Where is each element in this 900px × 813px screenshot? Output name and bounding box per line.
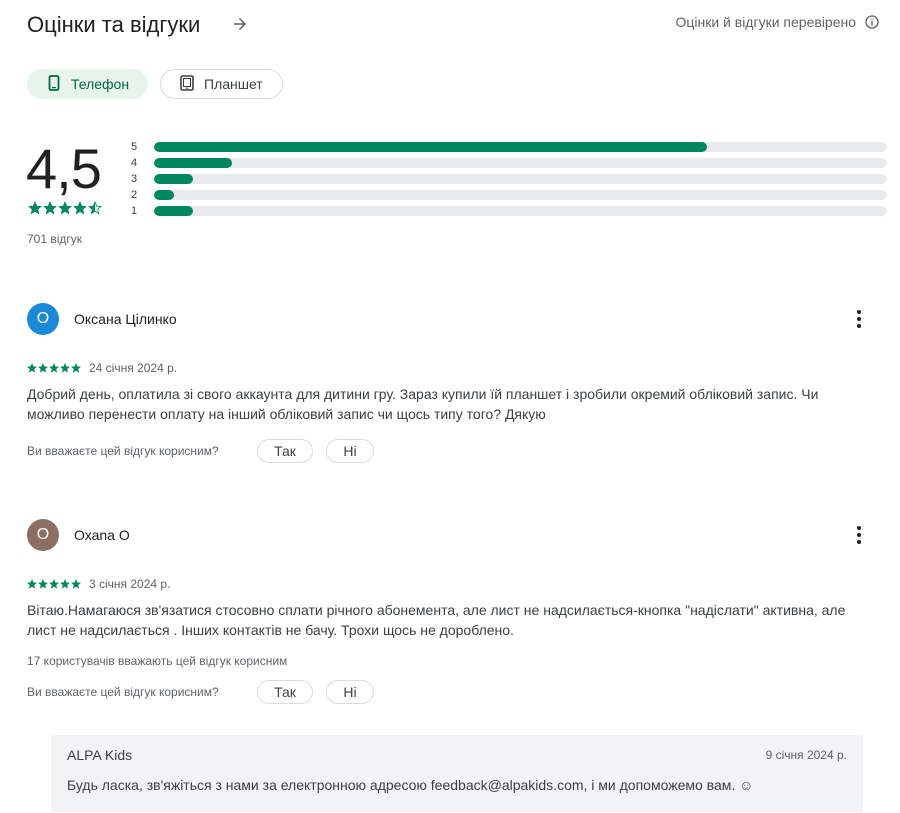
- histogram-row: 3: [131, 171, 887, 187]
- histogram-row: 4: [131, 155, 887, 171]
- star-icon: [43, 201, 57, 215]
- avatar: О: [27, 519, 59, 551]
- review-header: О Оксана Цілинко: [27, 302, 877, 336]
- histogram-row: 5: [131, 139, 887, 155]
- rating-histogram: 5 4 3 2 1: [131, 139, 887, 219]
- helpful-no-button[interactable]: Ні: [326, 439, 374, 463]
- helpful-question: Ви вважаєте цей відгук корисним?: [27, 685, 219, 699]
- histogram-track: [154, 158, 887, 168]
- developer-name: ALPA Kids: [67, 747, 133, 763]
- star-icon: [27, 579, 37, 589]
- helpful-no-button[interactable]: Ні: [326, 680, 374, 704]
- arrow-right-icon[interactable]: [229, 12, 251, 36]
- star-icon: [88, 201, 102, 215]
- star-icon: [27, 363, 37, 373]
- star-icon: [58, 201, 72, 215]
- review-meta: 3 січня 2024 р.: [27, 577, 877, 591]
- tablet-icon: [180, 74, 194, 94]
- star-icon: [73, 201, 87, 215]
- histogram-track: [154, 142, 887, 152]
- helpful-yes-button[interactable]: Так: [257, 680, 313, 704]
- histogram-row: 1: [131, 203, 887, 219]
- page-title: Оцінки та відгуки: [27, 12, 201, 37]
- review-date: 24 січня 2024 р.: [89, 361, 178, 375]
- chip-tablet-label: Планшет: [204, 76, 263, 92]
- star-icon: [38, 363, 48, 373]
- histogram-track: [154, 174, 887, 184]
- star-icon: [60, 579, 70, 589]
- review-stars: [27, 579, 81, 589]
- histogram-label: 3: [131, 173, 138, 185]
- verified-text: Оцінки й відгуки перевірено: [675, 14, 856, 30]
- developer-reply-text: Будь ласка, зв'яжіться з нами за електро…: [67, 777, 754, 793]
- histogram-fill: [154, 158, 233, 168]
- helpful-row: Ви вважаєте цей відгук корисним? Так Ні: [27, 680, 877, 704]
- histogram-track: [154, 190, 887, 200]
- info-icon[interactable]: [864, 14, 880, 30]
- more-vert-icon[interactable]: [849, 309, 869, 329]
- helpful-count: 17 користувачів вважають цей відгук кори…: [27, 654, 288, 668]
- phone-icon: [47, 74, 61, 94]
- histogram-fill: [154, 174, 193, 184]
- histogram-label: 5: [131, 141, 138, 153]
- histogram-row: 2: [131, 187, 887, 203]
- summary-stars: [28, 201, 102, 215]
- review-header: О Охаnа О: [27, 518, 877, 552]
- histogram-fill: [154, 206, 193, 216]
- average-rating: 4,5: [26, 137, 102, 200]
- helpful-yes-button[interactable]: Так: [257, 439, 313, 463]
- review-text: Вітаю.Намагаюся зв'язатися стосовно спла…: [27, 602, 846, 638]
- review-text: Добрий день, оплатила зі свого аккаунта …: [27, 386, 819, 422]
- helpful-row: Ви вважаєте цей відгук корисним? Так Ні: [27, 439, 877, 463]
- developer-reply-date: 9 січня 2024 р.: [765, 748, 847, 762]
- review-stars: [27, 363, 81, 373]
- helpful-question: Ви вважаєте цей відгук корисним?: [27, 444, 219, 458]
- review-meta: 24 січня 2024 р.: [27, 361, 877, 375]
- star-icon: [28, 201, 42, 215]
- avatar: О: [27, 303, 59, 335]
- histogram-label: 1: [131, 205, 138, 217]
- chip-phone-label: Телефон: [71, 76, 130, 92]
- review-author: Оксана Цілинко: [74, 311, 177, 327]
- star-icon: [71, 579, 81, 589]
- review-card: О Охаnа О 3 січня 2024 р. Вітаю.Намагаюс…: [27, 518, 877, 704]
- review-author: Охаnа О: [74, 527, 130, 543]
- total-reviews: 701 відгук: [27, 232, 83, 246]
- star-icon: [38, 579, 48, 589]
- verified-notice: Оцінки й відгуки перевірено: [675, 14, 880, 30]
- review-card: О Оксана Цілинко 24 січня 2024 р. Добрий…: [27, 302, 877, 463]
- star-icon: [49, 363, 59, 373]
- histogram-fill: [154, 142, 708, 152]
- chip-tablet[interactable]: Планшет: [160, 69, 283, 99]
- review-date: 3 січня 2024 р.: [89, 577, 171, 591]
- developer-reply-header: ALPA Kids 9 січня 2024 р.: [67, 747, 847, 763]
- histogram-label: 4: [131, 157, 138, 169]
- more-vert-icon[interactable]: [849, 525, 869, 545]
- star-icon: [71, 363, 81, 373]
- histogram-track: [154, 206, 887, 216]
- chip-phone[interactable]: Телефон: [27, 69, 148, 99]
- histogram-label: 2: [131, 189, 138, 201]
- histogram-fill: [154, 190, 174, 200]
- star-icon: [49, 579, 59, 589]
- developer-reply: ALPA Kids 9 січня 2024 р. Будь ласка, зв…: [51, 735, 863, 812]
- star-icon: [60, 363, 70, 373]
